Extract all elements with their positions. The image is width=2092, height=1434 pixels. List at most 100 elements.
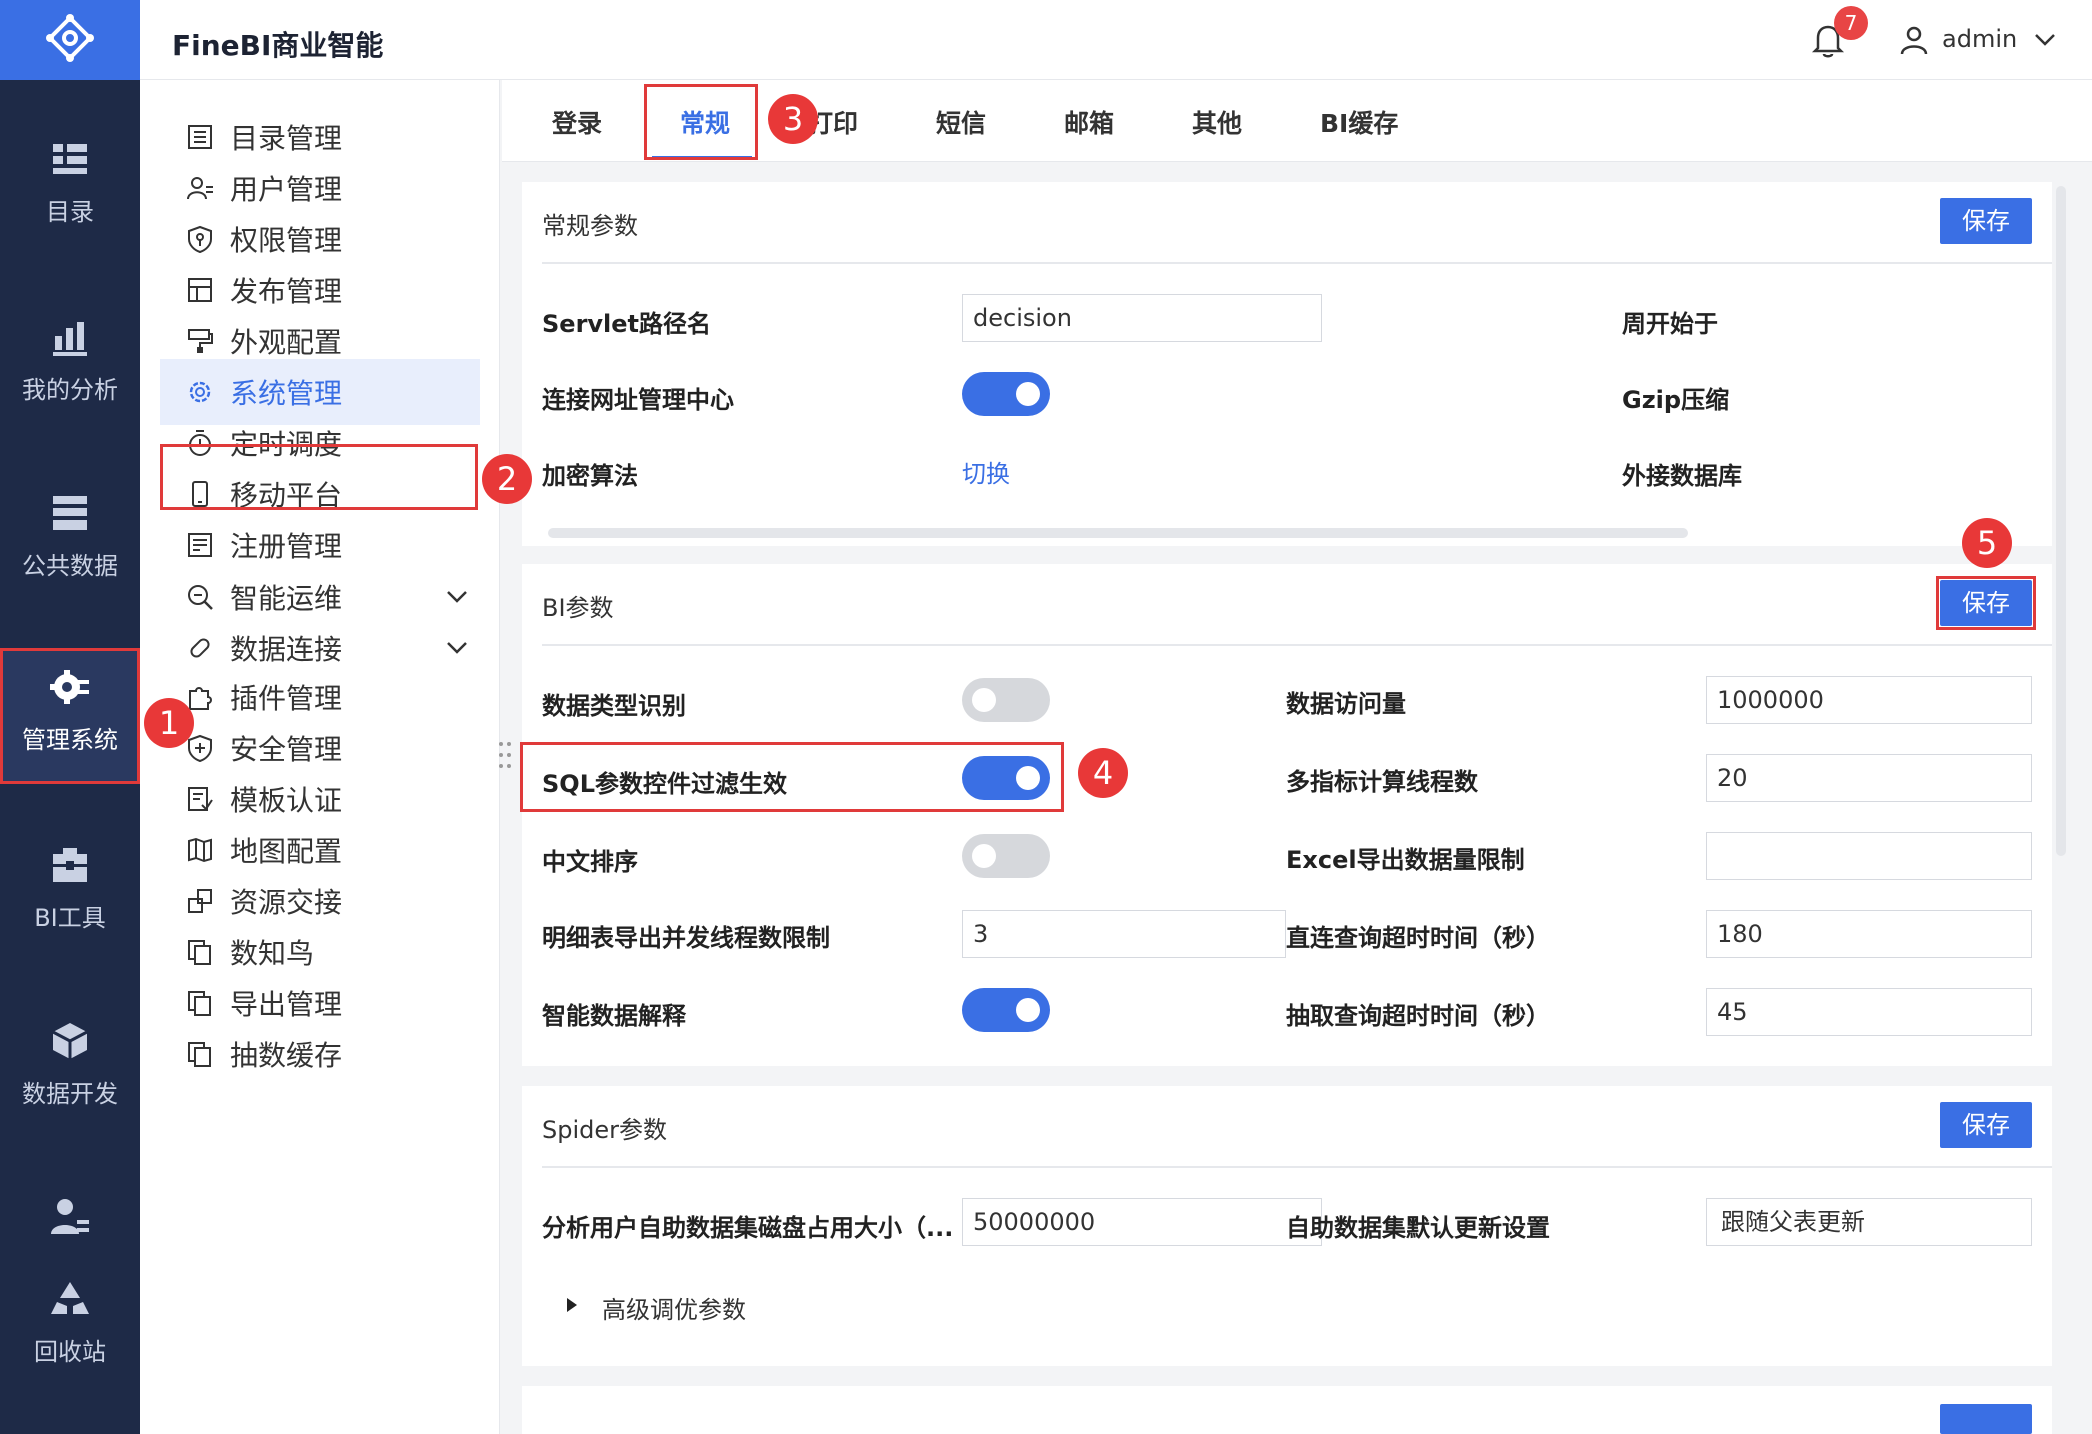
general-params-panel: 常规参数 保存 Servlet路径名 decision 周开始于 连接网址管理中…: [522, 182, 2052, 546]
highlight-box-system-mgmt: [160, 444, 478, 510]
tab-login[interactable]: 登录: [552, 104, 602, 140]
register-icon: [188, 533, 212, 557]
public-data-icon: [53, 496, 87, 530]
user-name[interactable]: admin: [1942, 25, 2017, 53]
rail-item-my-analysis[interactable]: 我的分析: [0, 316, 140, 405]
menu-label: 外观配置: [230, 326, 343, 359]
week-start-label: 周开始于: [1622, 310, 1718, 338]
map-icon: [188, 837, 212, 863]
menu-label: 发布管理: [230, 275, 343, 308]
tab-bi-cache[interactable]: BI缓存: [1320, 104, 1398, 140]
extract-timeout-input[interactable]: 45: [1706, 988, 2032, 1036]
smart-explain-label: 智能数据解释: [542, 1002, 686, 1030]
rail-item-bi-tools[interactable]: BI工具: [0, 844, 140, 933]
chevron-down-icon[interactable]: [444, 635, 470, 661]
advanced-toggle[interactable]: 高级调优参数: [602, 1290, 746, 1325]
panel-title: 常规参数: [542, 212, 638, 240]
menu-label: 地图配置: [230, 835, 343, 868]
rail-label-data-dev: 数据开发: [22, 1080, 118, 1108]
encrypt-switch-link[interactable]: 切换: [962, 454, 1010, 489]
menu-label: 资源交接: [230, 886, 343, 919]
detail-threads-label: 明细表导出并发线程数限制: [542, 924, 830, 952]
detail-threads-input[interactable]: 3: [962, 910, 1286, 958]
access-label: 数据访问量: [1286, 690, 1406, 718]
threads-label: 多指标计算线程数: [1286, 768, 1478, 796]
system-menu: 目录管理 用户管理 权限管理 发布管理 外观配置 系统管理 定时调度 移动平台 …: [140, 80, 500, 1434]
paint-roller-icon: [188, 329, 213, 353]
update-setting-select[interactable]: 跟随父表更新: [1706, 1198, 2032, 1246]
smart-explain-toggle[interactable]: [962, 988, 1050, 1032]
menu-label: 模板认证: [230, 784, 343, 817]
rail-item-catalog[interactable]: 目录: [0, 138, 140, 227]
rail-label-my-analysis: 我的分析: [22, 376, 118, 404]
link-icon: [190, 638, 210, 658]
excel-limit-input[interactable]: [1706, 832, 2032, 880]
direct-timeout-input[interactable]: 180: [1706, 910, 2032, 958]
caret-right-icon[interactable]: [564, 1296, 580, 1314]
datatype-toggle[interactable]: [962, 678, 1050, 722]
catalog-icon: [53, 144, 87, 174]
divider: [542, 644, 2052, 646]
notification-badge[interactable]: 7: [1834, 6, 1868, 40]
cn-sort-label: 中文排序: [542, 848, 638, 876]
menu-item-extract-cache[interactable]: 抽数缓存: [160, 1021, 480, 1087]
rail-label-catalog: 目录: [46, 198, 94, 226]
access-input[interactable]: 1000000: [1706, 676, 2032, 724]
threads-input[interactable]: 20: [1706, 754, 2032, 802]
rail-label-recycle-bin: 回收站: [34, 1338, 106, 1366]
connect-center-toggle[interactable]: [962, 372, 1050, 416]
tab-sms[interactable]: 短信: [936, 104, 986, 140]
security-icon: [188, 734, 212, 762]
menu-label: 系统管理: [230, 377, 343, 410]
user-icon[interactable]: [1898, 24, 1930, 56]
connect-center-label: 连接网址管理中心: [542, 386, 734, 414]
highlight-box-sql-filter: [520, 742, 1064, 812]
rail-item-user-admin[interactable]: [0, 1196, 140, 1250]
disk-usage-input[interactable]: 50000000: [962, 1198, 1322, 1246]
horizontal-scrollbar[interactable]: [548, 528, 1688, 538]
save-button[interactable]: 保存: [1940, 1102, 2032, 1148]
user-icon: [187, 177, 213, 200]
copy-icon: [188, 940, 211, 965]
highlight-box-bi-save: [1936, 576, 2036, 630]
highlight-box-management: [0, 648, 140, 784]
cn-sort-toggle[interactable]: [962, 834, 1050, 878]
tab-email[interactable]: 邮箱: [1064, 104, 1114, 140]
list-icon: [188, 125, 212, 149]
toggle-knob: [972, 688, 996, 712]
copy-icon: [188, 991, 211, 1016]
servlet-input[interactable]: decision: [962, 294, 1322, 342]
save-button[interactable]: [1940, 1404, 2032, 1434]
copy-icon: [188, 1042, 211, 1067]
panel-title: BI参数: [542, 594, 614, 622]
rail-item-recycle-bin[interactable]: 回收站: [0, 1278, 140, 1367]
chevron-down-icon[interactable]: [2033, 28, 2057, 52]
menu-label: 抽数缓存: [230, 1039, 343, 1072]
menu-label: 插件管理: [230, 682, 343, 715]
analysis-chart-icon: [53, 322, 87, 356]
step-marker-1: 1: [144, 698, 194, 748]
vertical-scrollbar[interactable]: [2056, 186, 2066, 856]
chevron-down-icon[interactable]: [444, 584, 470, 610]
recycle-bin-icon: [51, 1282, 89, 1314]
divider: [542, 262, 2052, 264]
menu-label: 智能运维: [230, 582, 343, 615]
rail-item-data-dev[interactable]: 数据开发: [0, 1020, 140, 1109]
toolbox-icon: [53, 848, 87, 882]
app-logo[interactable]: [0, 0, 140, 80]
update-setting-label: 自助数据集默认更新设置: [1286, 1214, 1550, 1242]
tab-other[interactable]: 其他: [1192, 104, 1242, 140]
data-dev-cube-icon: [52, 1023, 88, 1059]
menu-label: 用户管理: [230, 173, 343, 206]
app-title: FineBI商业智能: [172, 29, 384, 62]
gear-icon: [189, 381, 211, 403]
encrypt-label: 加密算法: [542, 462, 638, 490]
handover-icon: [188, 889, 212, 913]
resize-handle-icon[interactable]: [498, 740, 512, 770]
rail-item-public-data[interactable]: 公共数据: [0, 492, 140, 581]
toggle-knob: [1016, 998, 1040, 1022]
save-button[interactable]: 保存: [1940, 198, 2032, 244]
disk-usage-label: 分析用户自助数据集磁盘占用大小（...: [542, 1214, 954, 1242]
person-admin-icon: [51, 1199, 89, 1234]
external-db-label: 外接数据库: [1622, 462, 1742, 490]
